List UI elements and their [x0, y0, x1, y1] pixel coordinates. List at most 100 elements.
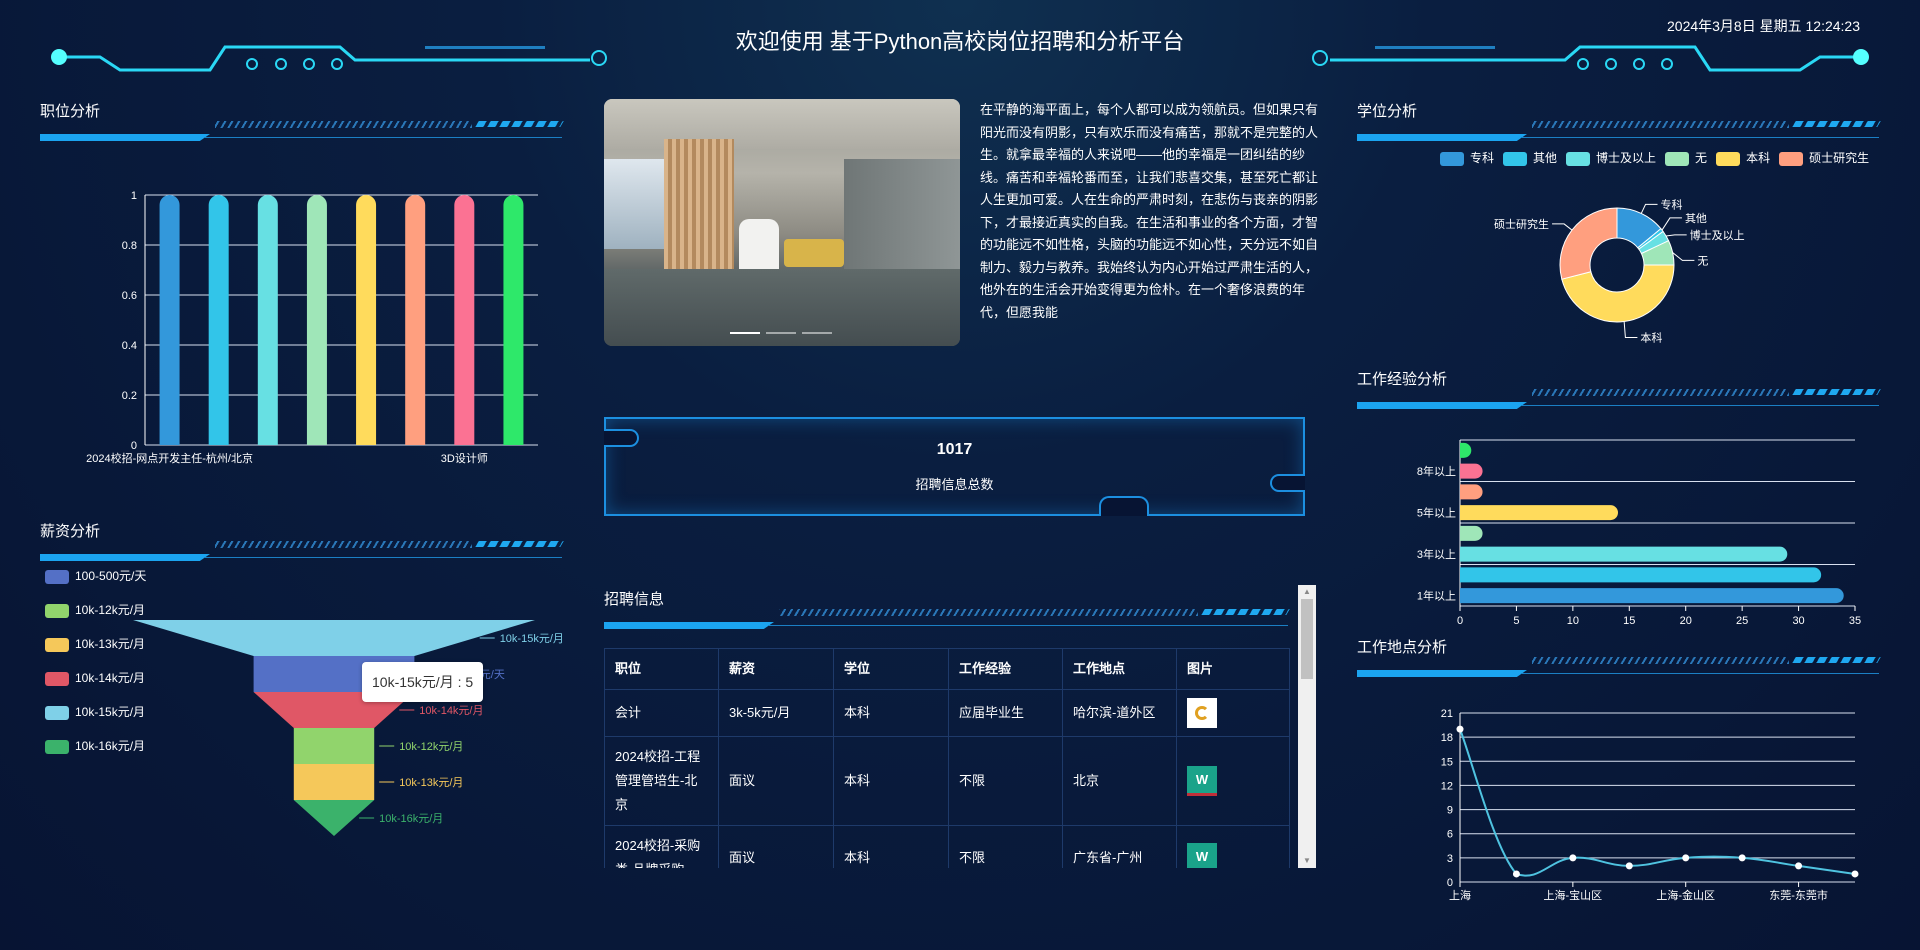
section-title: 工作经验分析 — [1357, 371, 1448, 388]
x-tick-label: 30 — [1792, 615, 1804, 627]
bar — [257, 195, 278, 445]
legend-item[interactable]: 专科 — [1440, 151, 1494, 166]
section-underline — [604, 609, 1290, 629]
label-line — [1672, 252, 1695, 261]
table-row[interactable]: 2024校招-工程管理管培生-北京 面议 本科 不限 北京 W — [604, 736, 1290, 826]
bar — [1460, 505, 1618, 521]
degree-donut-chart: 专科其他博士及以上无本科 硕士研究生 — [1494, 197, 1745, 344]
data-point — [1795, 862, 1803, 870]
cell-location: 哈尔滨-道外区 — [1062, 689, 1177, 737]
scrollbar-thumb[interactable] — [1301, 599, 1313, 679]
table-row[interactable]: 会计 3k-5k元/月 本科 应届毕业生 哈尔滨-道外区 — [604, 689, 1290, 737]
cell-location: 广东省-广州 — [1062, 825, 1177, 868]
x-tick-label: 0 — [1457, 615, 1463, 627]
jobs-table: 职位 薪资 学位 工作经验 工作地点 图片 会计 3k-5k元/月 本科 应届毕… — [604, 648, 1290, 868]
y-tick-label: 0 — [131, 440, 137, 452]
legend-item[interactable]: 100-500元/天 — [45, 567, 146, 601]
section-title: 职位分析 — [40, 103, 101, 120]
col-header: 图片 — [1176, 648, 1290, 690]
legend-swatch — [1503, 151, 1528, 166]
cell-degree: 本科 — [833, 689, 949, 737]
y-tick-label: 12 — [1441, 780, 1453, 792]
col-header: 薪资 — [718, 648, 834, 690]
legend-swatch — [1716, 151, 1741, 166]
section-underline — [40, 121, 564, 141]
slice-label: 硕士研究生 — [1494, 217, 1549, 231]
funnel-segment — [293, 764, 375, 800]
bar — [159, 195, 180, 445]
x-tick-label: 3D设计师 — [441, 452, 488, 465]
x-tick-label: 5 — [1513, 615, 1519, 627]
legend-label: 博士及以上 — [1596, 151, 1657, 165]
section-underline — [40, 541, 564, 561]
scroll-down-arrow-icon[interactable]: ▼ — [1298, 854, 1316, 868]
x-tick-label: 东莞-东莞市 — [1769, 888, 1828, 902]
image-carousel[interactable] — [604, 99, 960, 346]
bar — [503, 195, 524, 445]
table-scrollbar[interactable]: ▲ ▼ — [1298, 585, 1316, 868]
data-point — [1738, 854, 1746, 862]
slice-label: 本科 — [1640, 330, 1662, 344]
bar — [454, 195, 475, 445]
x-tick-label: 35 — [1849, 615, 1861, 627]
carousel-indicator-3[interactable] — [802, 332, 832, 334]
legend-item[interactable]: 本科 — [1716, 151, 1770, 166]
bar — [306, 195, 327, 445]
jobs-table-container[interactable]: 职位 薪资 学位 工作经验 工作地点 图片 会计 3k-5k元/月 本科 应届毕… — [604, 648, 1292, 868]
legend-item[interactable]: 其他 — [1503, 151, 1558, 166]
data-point — [1851, 870, 1859, 878]
y-tick-label: 1 — [131, 190, 137, 202]
legend-label: 100-500元/天 — [75, 569, 147, 583]
data-point — [1569, 854, 1577, 862]
degree-legend: 专科 其他 博士及以上 无 本科 硕士研究生 — [1440, 149, 1878, 166]
x-tick-label: 上海 — [1449, 888, 1471, 902]
section-degree: 学位分析 — [1357, 100, 1881, 141]
cell-experience: 不限 — [948, 825, 1063, 868]
legend-swatch — [1566, 151, 1591, 166]
section-title: 薪资分析 — [40, 523, 101, 540]
legend-item[interactable]: 博士及以上 — [1566, 151, 1657, 166]
section-location: 工作地点分析 — [1357, 636, 1881, 677]
section-underline — [1357, 389, 1881, 409]
cell-degree: 本科 — [833, 736, 949, 826]
intro-paragraph: 在平静的海平面上，每个人都可以成为领航员。但如果只有阳光而没有阴影，只有欢乐而没… — [980, 102, 1319, 320]
funnel-segment — [133, 620, 535, 656]
data-point — [1456, 725, 1464, 733]
x-tick-label: 15 — [1623, 615, 1635, 627]
y-tick-label: 1年以上 — [1417, 589, 1456, 603]
scroll-up-arrow-icon[interactable]: ▲ — [1298, 585, 1316, 599]
bar — [208, 195, 229, 445]
label-line — [1661, 217, 1682, 231]
section-salary: 薪资分析 — [40, 520, 564, 561]
legend-item[interactable]: 无 — [1665, 151, 1707, 166]
bar — [1460, 463, 1483, 479]
cell-salary: 3k-5k元/月 — [718, 689, 834, 737]
y-tick-label: 0.4 — [122, 340, 137, 352]
company-logo-w-icon: W — [1187, 843, 1217, 868]
legend-label: 硕士研究生 — [1809, 151, 1870, 165]
data-point — [1682, 854, 1690, 862]
carousel-indicator-2[interactable] — [766, 332, 796, 334]
legend-label: 其他 — [1533, 151, 1558, 165]
legend-item[interactable]: 硕士研究生 — [1779, 151, 1870, 166]
slice-label: 其他 — [1685, 212, 1707, 225]
col-header: 职位 — [604, 648, 719, 690]
carousel-indicator-1[interactable] — [730, 332, 760, 334]
y-tick-label: 3 — [1447, 853, 1453, 865]
legend-swatch — [1779, 151, 1804, 166]
cell-experience: 应届毕业生 — [948, 689, 1063, 737]
location-line-chart: 0 3 6 9 12 15 18 21 上海 上海-宝山区 上海-金山区 东莞-东莞市 — [1441, 708, 1859, 902]
x-tick-label: 上海-宝山区 — [1544, 888, 1603, 902]
table-header-row: 职位 薪资 学位 工作经验 工作地点 图片 — [604, 648, 1290, 690]
cell-experience: 不限 — [948, 736, 1063, 826]
bar — [1460, 588, 1844, 604]
label-line — [1665, 234, 1687, 237]
table-row[interactable]: 2024校招-采购类-品牌采购 面议 本科 不限 广东省-广州 W — [604, 825, 1290, 868]
data-point — [1625, 862, 1633, 870]
label-line — [1623, 321, 1638, 338]
slice-label: 博士及以上 — [1690, 229, 1745, 242]
funnel-label: 10k-16k元/月 — [379, 813, 443, 825]
bar — [1460, 484, 1483, 500]
data-point — [1512, 870, 1520, 878]
y-tick-label: 18 — [1441, 732, 1453, 744]
